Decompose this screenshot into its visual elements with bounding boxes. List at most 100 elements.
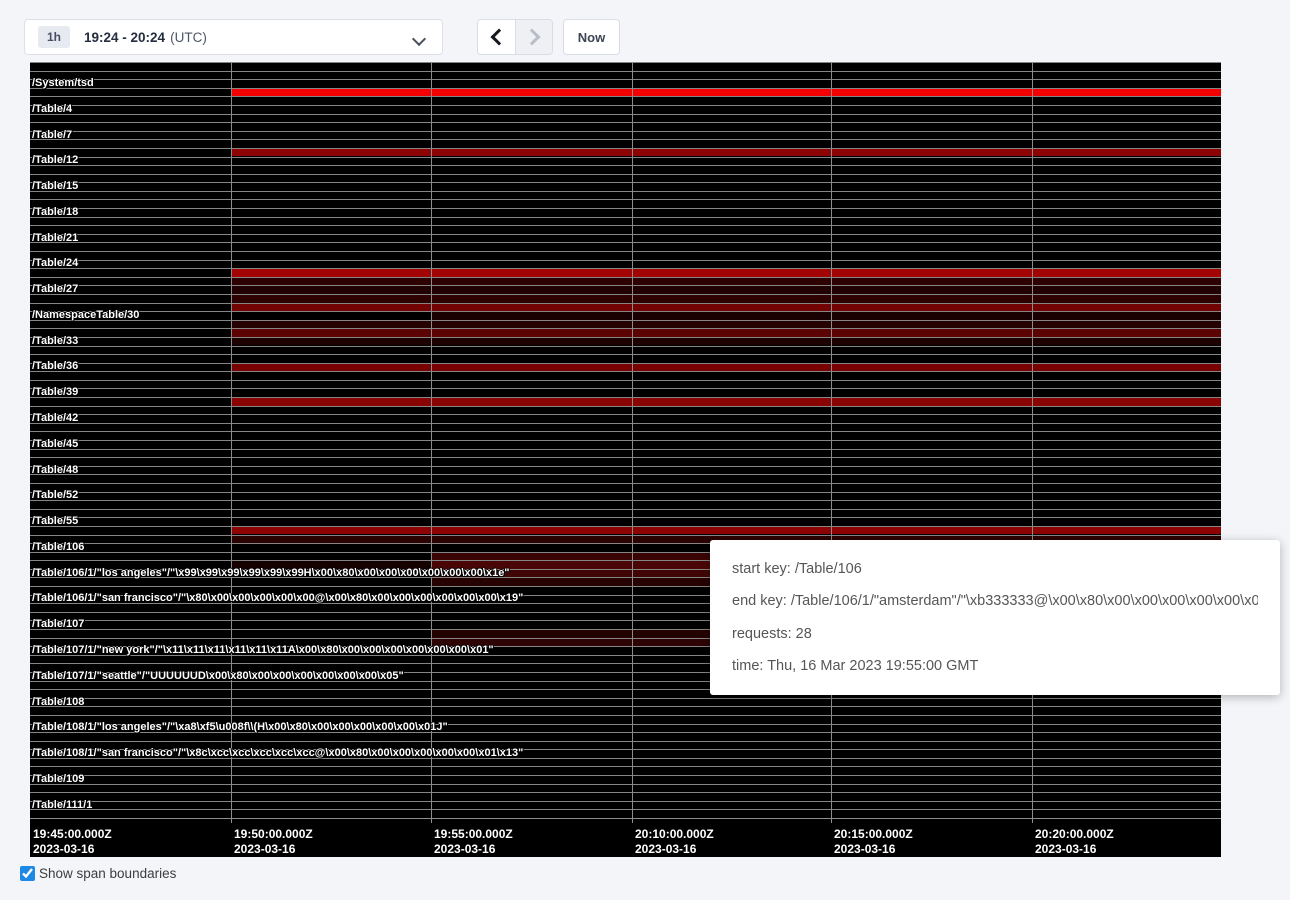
heatmap-row[interactable] [30,71,1221,80]
row-label: /Table/33 [32,336,78,347]
tooltip-time: time: Thu, 16 Mar 2023 19:55:00 GMT [732,658,1258,674]
row-label: /Table/107/1/"seattle"/"UUUUUUD\x00\x80\… [32,671,404,682]
heatmap-row[interactable] [30,371,1221,380]
row-label: /Table/52 [32,490,78,501]
x-axis-tick: 19:50:00.000Z2023-03-16 [234,827,313,857]
heatmap-row[interactable] [30,260,1221,269]
heatmap-row[interactable] [30,423,1221,432]
show-span-boundaries-label: Show span boundaries [39,866,176,881]
heatmap-row[interactable] [30,474,1221,483]
x-axis-tick: 19:55:00.000Z2023-03-16 [434,827,513,857]
heatmap-row[interactable] [30,62,1221,71]
row-label: /Table/27 [32,284,78,295]
heatmap-row[interactable] [30,457,1221,466]
now-button[interactable]: Now [563,19,620,55]
heatmap-row[interactable] [30,225,1221,234]
heatmap-row[interactable] [30,79,1221,88]
heatmap-row[interactable] [30,492,1221,501]
chevron-right-icon [524,29,541,46]
heatmap-row[interactable] [30,784,1221,793]
tooltip-requests: requests: 28 [732,626,1258,642]
heatmap-row[interactable] [30,509,1221,518]
heatmap-row[interactable] [30,706,1221,715]
span-band[interactable] [231,278,1221,286]
heatmap-row[interactable] [30,114,1221,123]
heatmap-row[interactable] [30,346,1221,355]
heatmap-row[interactable] [30,440,1221,449]
heatmap-row[interactable] [30,199,1221,208]
heatmap-row[interactable] [30,766,1221,775]
span-band[interactable] [431,312,1221,320]
heatmap-row[interactable] [30,234,1221,243]
span-band[interactable] [231,321,1221,329]
span-band[interactable] [231,364,1221,372]
span-band[interactable] [231,295,1221,303]
span-band[interactable] [231,527,1221,535]
heatmap-row[interactable] [30,801,1221,810]
next-range-button[interactable] [515,20,552,54]
span-band[interactable] [231,338,1221,346]
heatmap-row[interactable] [30,191,1221,200]
heatmap-row[interactable] [30,500,1221,509]
gridline [1032,62,1033,823]
span-band[interactable] [231,304,1221,312]
heatmap-row[interactable] [30,122,1221,131]
heatmap-rows-area[interactable]: /System/tsd/Table/4/Table/7/Table/12/Tab… [30,62,1221,819]
row-label: /Table/108 [32,697,84,708]
heatmap-row[interactable] [30,165,1221,174]
heatmap-row[interactable] [30,406,1221,415]
row-label: /Table/106/1/"san francisco"/"\x80\x00\x… [32,593,523,604]
heatmap-row[interactable] [30,131,1221,140]
span-band[interactable] [231,286,1221,294]
row-label: /Table/24 [32,258,78,269]
heatmap-row[interactable] [30,698,1221,707]
span-band[interactable] [231,89,1221,97]
chevron-down-icon [412,32,426,46]
row-label: /Table/15 [32,181,78,192]
row-label: /Table/48 [32,465,78,476]
span-band[interactable] [231,269,1221,277]
heatmap-row[interactable] [30,517,1221,526]
heatmap-row[interactable] [30,182,1221,191]
heatmap-row[interactable] [30,105,1221,114]
row-label: /Table/108/1/"los angeles"/"\xa8\xf5\u00… [32,722,448,733]
time-range-dropdown[interactable]: 1h 19:24 - 20:24 (UTC) [24,19,443,55]
heatmap-row[interactable] [30,431,1221,440]
heatmap-row[interactable] [30,388,1221,397]
key-visualizer-canvas[interactable]: /System/tsd/Table/4/Table/7/Table/12/Tab… [30,62,1221,857]
heatmap-row[interactable] [30,483,1221,492]
heatmap-row[interactable] [30,380,1221,389]
row-label: /Table/7 [32,130,72,141]
span-band[interactable] [231,149,1221,157]
heatmap-row[interactable] [30,217,1221,226]
x-axis-tick: 20:10:00.000Z2023-03-16 [635,827,714,857]
heatmap-row[interactable] [30,732,1221,741]
chevron-left-icon [490,29,507,46]
heatmap-row[interactable] [30,792,1221,801]
row-label: /Table/106 [32,542,84,553]
heatmap-row[interactable] [30,251,1221,260]
x-axis-tick: 20:15:00.000Z2023-03-16 [834,827,913,857]
heatmap-row[interactable] [30,96,1221,105]
time-range-timezone: (UTC) [170,30,207,45]
heatmap-row[interactable] [30,775,1221,784]
row-label: /Table/42 [32,413,78,424]
x-axis-tick: 19:45:00.000Z2023-03-16 [33,827,112,857]
heatmap-row[interactable] [30,174,1221,183]
span-band[interactable] [231,329,1221,337]
heatmap-row[interactable] [30,758,1221,767]
prev-range-button[interactable] [478,20,515,54]
heatmap-row[interactable] [30,449,1221,458]
show-span-boundaries-checkbox[interactable] [20,866,35,881]
heatmap-row[interactable] [30,354,1221,363]
heatmap-row[interactable] [30,466,1221,475]
heatmap-row[interactable] [30,414,1221,423]
row-label: /Table/36 [32,361,78,372]
span-band[interactable] [231,398,1221,406]
heatmap-row[interactable] [30,208,1221,217]
heatmap-row[interactable] [30,139,1221,148]
heatmap-row[interactable] [30,157,1221,166]
heatmap-row[interactable] [30,242,1221,251]
show-span-boundaries-control[interactable]: Show span boundaries [20,866,176,881]
heatmap-row[interactable] [30,809,1221,818]
